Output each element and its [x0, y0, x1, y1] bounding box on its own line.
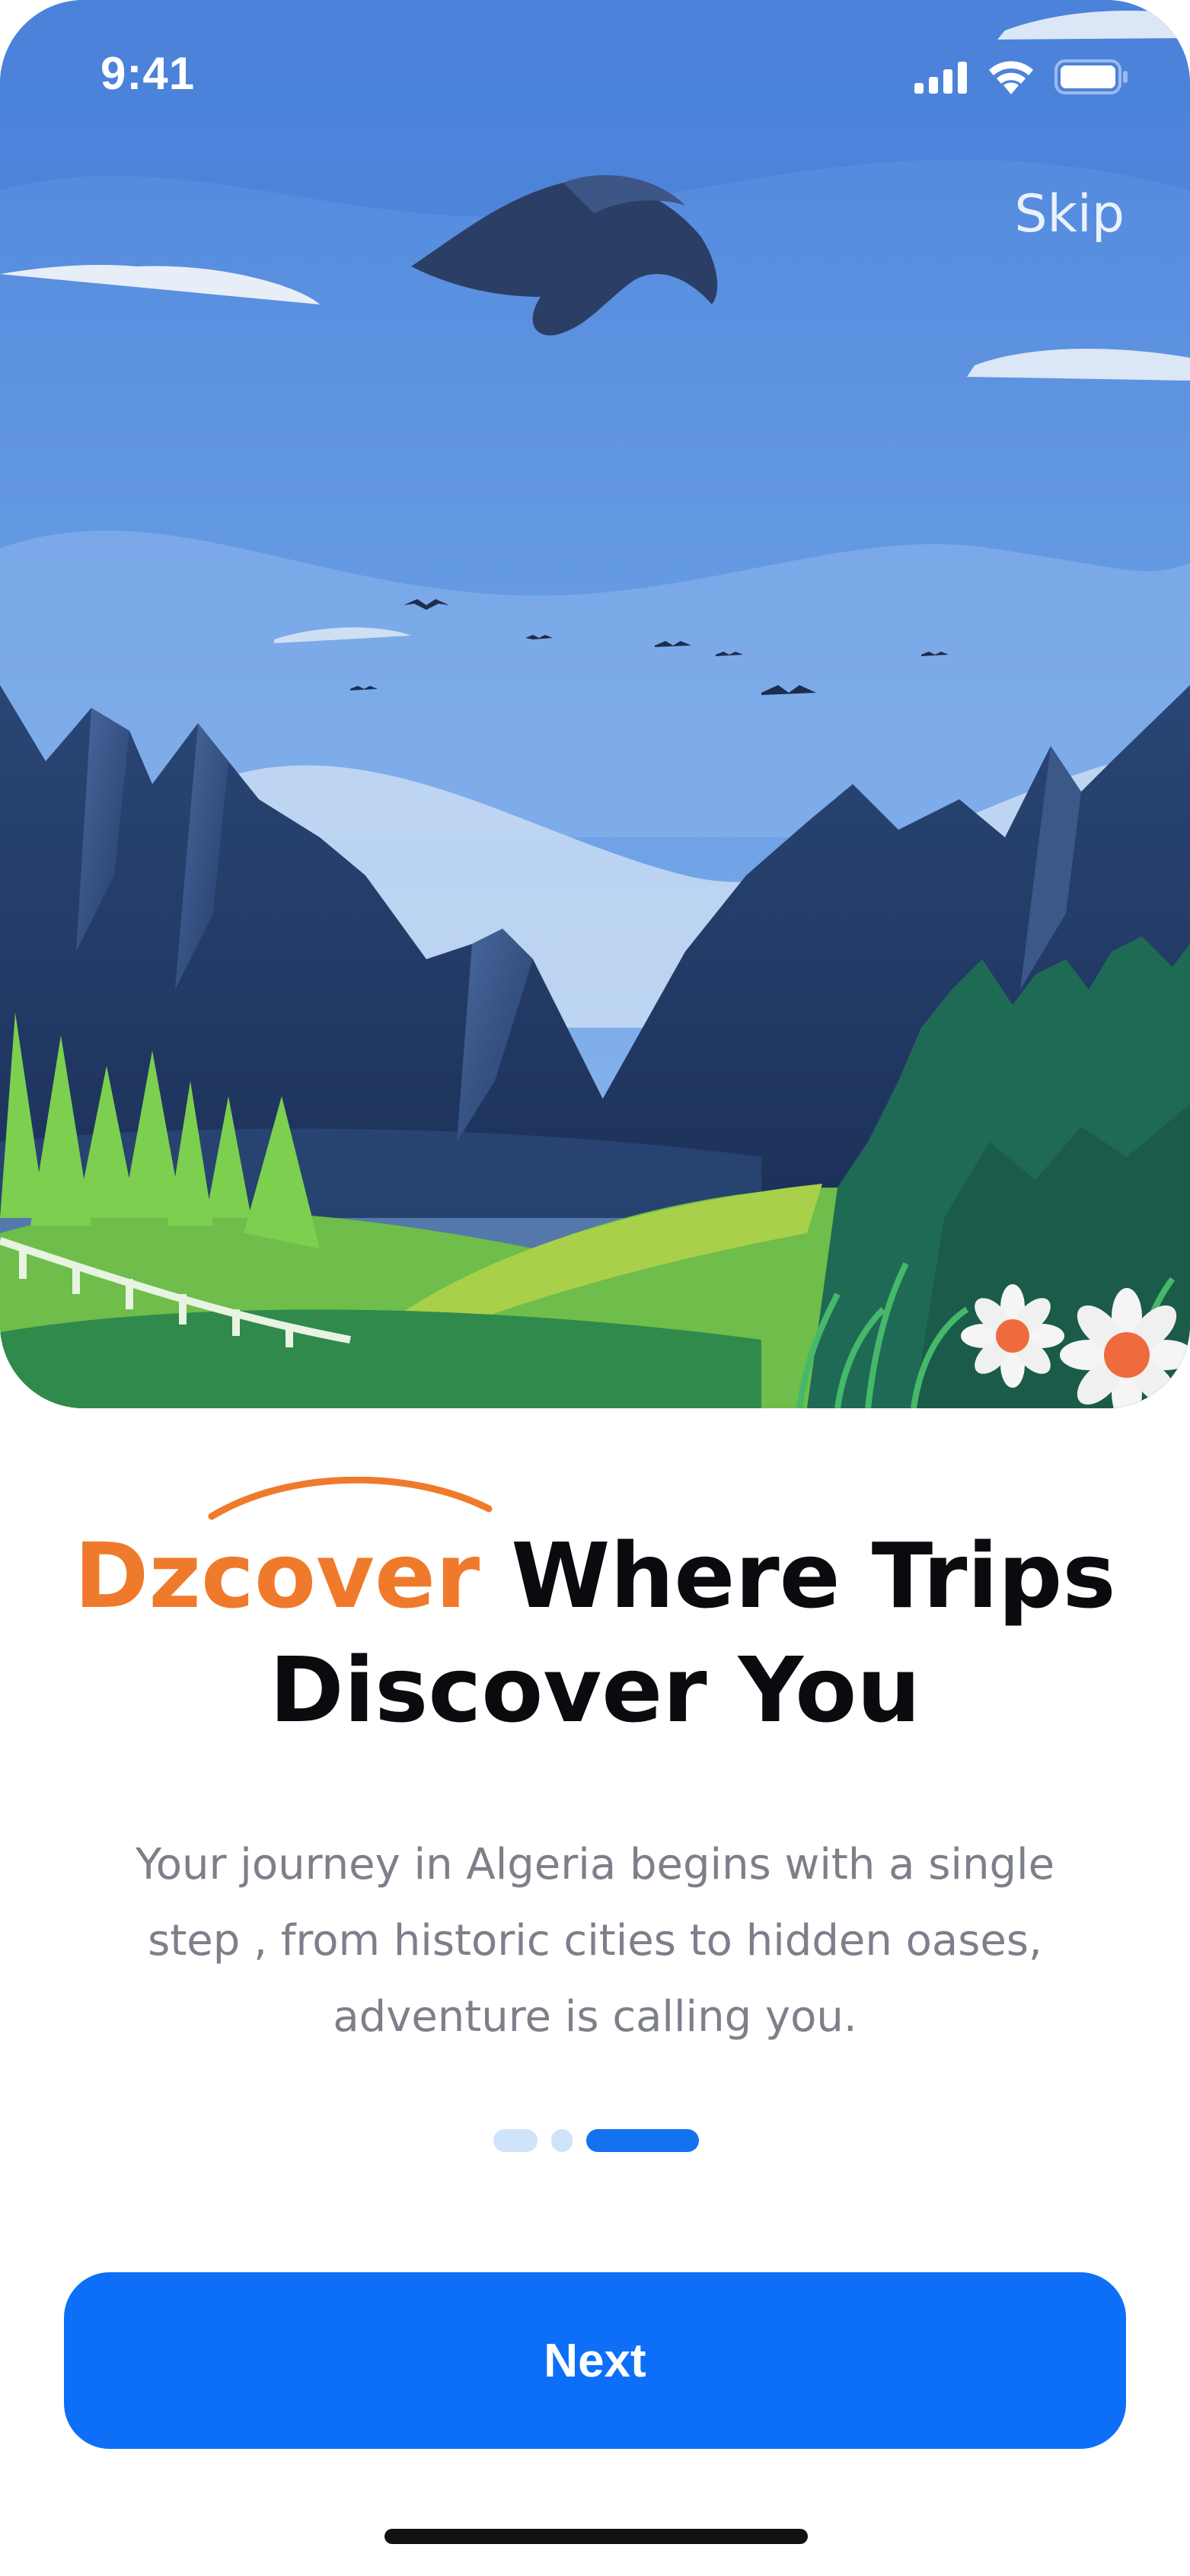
onboarding-screen: 9:41 Skip Dzcover Where Trips Discover Y… — [0, 0, 1190, 2576]
signal-icon — [914, 62, 967, 94]
status-icons — [914, 59, 1129, 94]
description-line-2: step , from historic cities to hidden oa… — [148, 1916, 1042, 1965]
page-dot-active[interactable] — [586, 2129, 699, 2152]
brand-name: Dzcover — [74, 1523, 480, 1628]
brand-arc-icon — [208, 1477, 493, 1520]
next-button[interactable]: Next — [64, 2272, 1126, 2449]
page-dot-1[interactable] — [493, 2129, 538, 2152]
description-line-1: Your journey in Algeria begins with a si… — [135, 1840, 1055, 1889]
home-indicator[interactable] — [384, 2529, 808, 2544]
skip-button[interactable]: Skip — [1014, 184, 1125, 244]
title-line-1-rest: Where Trips — [480, 1523, 1116, 1628]
battery-icon — [1054, 59, 1128, 94]
status-bar: 9:41 — [0, 0, 1190, 152]
page-dot-2[interactable] — [551, 2129, 573, 2152]
status-time: 9:41 — [100, 48, 196, 99]
hero-illustration — [0, 0, 1190, 1408]
landscape-illustration — [0, 0, 1190, 1408]
wifi-icon — [989, 61, 1033, 94]
page-indicator — [493, 2129, 699, 2152]
onboarding-description: Your journey in Algeria begins with a si… — [114, 1827, 1076, 2055]
description-line-3: adventure is calling you. — [333, 1992, 857, 2042]
onboarding-title: Dzcover Where Trips Discover You — [0, 1519, 1190, 1747]
title-line-1: Dzcover Where Trips — [0, 1519, 1190, 1633]
title-line-2: Discover You — [269, 1637, 921, 1742]
